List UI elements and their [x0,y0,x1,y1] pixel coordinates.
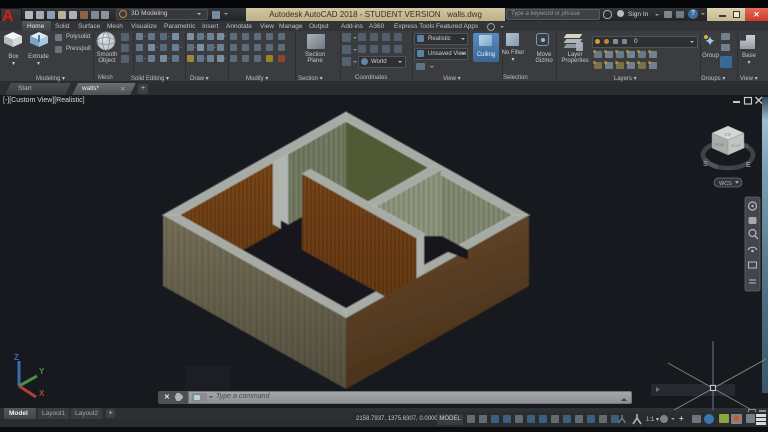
svg-text:E: E [746,162,751,169]
svg-text:Y: Y [39,367,45,376]
svg-text:Z: Z [14,353,19,362]
svg-text:N: N [744,144,748,150]
svg-text:S: S [703,161,708,168]
svg-text:FRONT: FRONT [714,143,725,147]
svg-text:WCS: WCS [719,181,732,187]
svg-text:X: X [39,389,45,398]
svg-text:TOP: TOP [724,133,732,137]
svg-text:RIGHT: RIGHT [731,144,741,148]
